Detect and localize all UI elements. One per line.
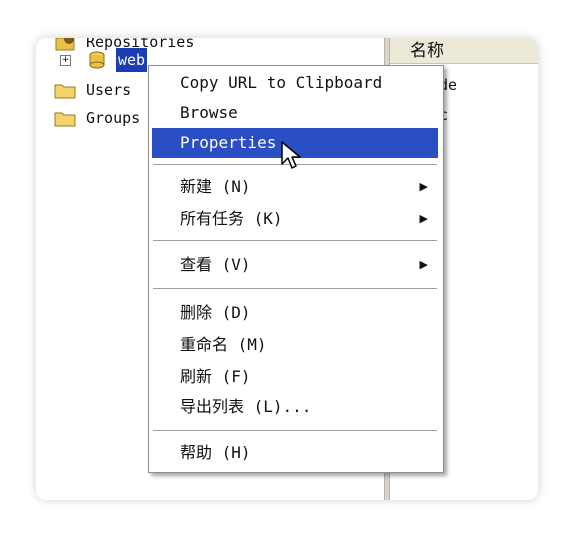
menu-item-label: Properties xyxy=(180,133,277,152)
column-header-name[interactable]: 名称 xyxy=(390,38,538,64)
menu-item-browse[interactable]: Browse xyxy=(152,98,438,128)
menu-item-view[interactable]: 查看 (V) ▶ xyxy=(152,250,438,280)
mmc-window: Repositories + web Users Groups 名称 Copy … xyxy=(36,38,538,500)
menu-item-label: 帮助 (H) xyxy=(180,443,251,462)
tree-item-label: Users xyxy=(86,81,132,99)
menu-item-copy-url[interactable]: Copy URL to Clipboard xyxy=(152,68,438,98)
tree-item-label: web xyxy=(116,48,148,72)
folder-icon xyxy=(54,84,76,99)
menu-item-rename[interactable]: 重命名 (M) xyxy=(152,330,438,360)
menu-item-export-list[interactable]: 导出列表 (L)... xyxy=(152,392,438,422)
folder-icon xyxy=(54,112,76,127)
menu-item-new[interactable]: 新建 (N) ▶ xyxy=(152,172,438,202)
menu-item-label: Browse xyxy=(180,103,238,122)
expand-toggle[interactable]: + xyxy=(60,55,71,66)
menu-item-label: Copy URL to Clipboard xyxy=(180,73,383,92)
menu-item-label: 导出列表 (L)... xyxy=(180,397,312,416)
menu-separator xyxy=(153,240,437,242)
menu-item-refresh[interactable]: 刷新 (F) xyxy=(152,362,438,392)
repository-icon xyxy=(55,38,75,51)
menu-item-label: 新建 (N) xyxy=(180,177,251,196)
menu-item-label: 删除 (D) xyxy=(180,303,251,322)
submenu-arrow-icon: ▶ xyxy=(419,212,428,225)
menu-separator xyxy=(153,288,437,290)
menu-item-label: 重命名 (M) xyxy=(180,335,267,354)
database-icon xyxy=(89,51,105,69)
menu-item-label: 刷新 (F) xyxy=(180,367,251,386)
menu-separator xyxy=(153,430,437,432)
submenu-arrow-icon: ▶ xyxy=(419,258,428,271)
menu-item-delete[interactable]: 删除 (D) xyxy=(152,298,438,328)
context-menu: Copy URL to Clipboard Browse Properties … xyxy=(148,65,444,473)
mouse-cursor-icon xyxy=(281,141,301,169)
menu-item-all-tasks[interactable]: 所有任务 (K) ▶ xyxy=(152,204,438,234)
menu-item-label: 所有任务 (K) xyxy=(180,209,283,228)
menu-item-label: 查看 (V) xyxy=(180,255,251,274)
menu-item-help[interactable]: 帮助 (H) xyxy=(152,438,438,468)
submenu-arrow-icon: ▶ xyxy=(419,180,428,193)
tree-item-label: Groups xyxy=(86,109,141,127)
